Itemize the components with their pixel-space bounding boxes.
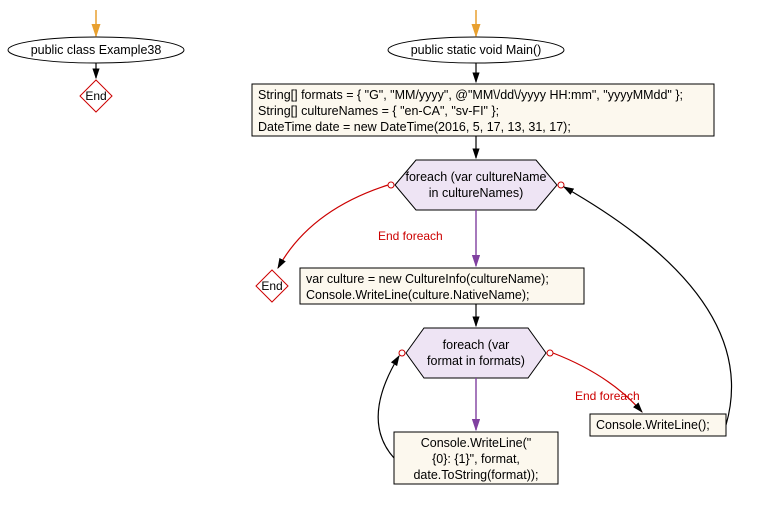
loop2-exit-arrow: [553, 353, 642, 412]
loop1-line1: foreach (var cultureName: [405, 170, 546, 184]
culture-line2: Console.WriteLine(culture.NativeName);: [306, 288, 529, 302]
loop1-left-dot: [388, 182, 394, 188]
blank-write-label: Console.WriteLine();: [596, 418, 710, 432]
write-line2: {0}: {1}", format,: [432, 452, 520, 466]
loop2-line2: format in formats): [427, 354, 525, 368]
loop2-right-dot: [547, 350, 553, 356]
culture-line1: var culture = new CultureInfo(cultureNam…: [306, 272, 549, 286]
class-label: public class Example38: [31, 43, 162, 57]
loop1-right-dot: [558, 182, 564, 188]
init-line2: String[] cultureNames = { "en-CA", "sv-F…: [258, 104, 499, 118]
init-line1: String[] formats = { "G", "MM/yyyy", @"M…: [258, 88, 683, 102]
loop1-exit-arrow: [278, 185, 388, 268]
loop1-line2: in cultureNames): [429, 186, 523, 200]
write-line1: Console.WriteLine(": [421, 436, 532, 450]
right-end-label: End: [261, 279, 282, 293]
loop2-hexagon: [406, 328, 546, 378]
left-end-label: End: [85, 89, 106, 103]
main-label: public static void Main(): [411, 43, 542, 57]
flowchart-svg: public class Example38 End public static…: [0, 0, 770, 532]
loop2-left-dot: [399, 350, 405, 356]
init-line3: DateTime date = new DateTime(2016, 5, 17…: [258, 120, 571, 134]
loop1-end-label: End foreach: [378, 229, 443, 243]
write-line3: date.ToString(format));: [413, 468, 538, 482]
loop2-end-label: End foreach: [575, 389, 640, 403]
loop1-hexagon: [395, 160, 557, 210]
loop2-line1: foreach (var: [443, 338, 510, 352]
